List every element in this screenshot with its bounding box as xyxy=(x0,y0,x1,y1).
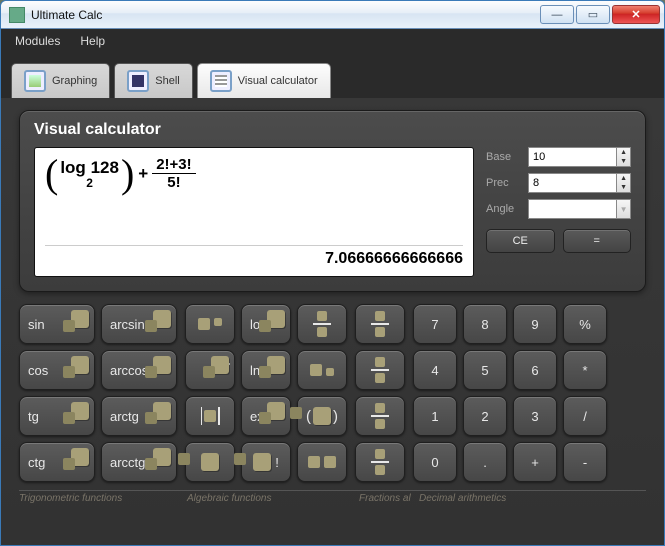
base-spinner[interactable]: ▲▼ xyxy=(617,147,631,167)
ce-button[interactable]: CE xyxy=(486,229,555,253)
menu-help[interactable]: Help xyxy=(72,31,113,51)
frac-template-2-key[interactable] xyxy=(355,350,405,390)
graph-icon xyxy=(24,70,46,92)
num-label: Decimal arithmetics xyxy=(419,490,646,504)
frac-template-3-key[interactable] xyxy=(355,396,405,436)
key-8[interactable]: 8 xyxy=(463,304,507,344)
tab-strip: Graphing Shell Visual calculator xyxy=(1,53,664,98)
key-7[interactable]: 7 xyxy=(413,304,457,344)
fraction-section xyxy=(355,304,405,482)
app-icon xyxy=(9,7,25,23)
subscript-key[interactable] xyxy=(297,350,347,390)
sin-key[interactable]: sin xyxy=(19,304,95,344)
tab-shell[interactable]: Shell xyxy=(114,63,192,98)
key-divide[interactable]: / xyxy=(563,396,607,436)
key-6[interactable]: 6 xyxy=(513,350,557,390)
base-input[interactable] xyxy=(528,147,617,167)
angle-select[interactable] xyxy=(528,199,617,219)
exp-key[interactable]: exp xyxy=(241,396,291,436)
log-key[interactable]: log xyxy=(241,304,291,344)
key-2[interactable]: 2 xyxy=(463,396,507,436)
menu-modules[interactable]: Modules xyxy=(7,31,68,51)
paren-key[interactable]: () xyxy=(297,396,347,436)
numeric-section: 7 8 9 % 4 5 6 * 1 2 3 / 0 . + - xyxy=(413,304,607,482)
calculator-icon xyxy=(210,70,232,92)
frac-label: Fractions al xyxy=(359,490,419,504)
tg-key[interactable]: tg xyxy=(19,396,95,436)
window-title: Ultimate Calc xyxy=(31,8,540,22)
trig-section: sin arcsin cos arccos tg arctg ctg arcct… xyxy=(19,304,177,482)
close-button[interactable]: ✕ xyxy=(612,5,660,24)
equals-button[interactable]: = xyxy=(563,229,632,253)
algebraic-section: log √ ln exp () ! xyxy=(185,304,347,482)
maximize-button[interactable]: ▭ xyxy=(576,5,610,24)
power-key[interactable] xyxy=(185,304,235,344)
key-minus[interactable]: - xyxy=(563,442,607,482)
abs-key[interactable] xyxy=(185,396,235,436)
tab-visual-calculator[interactable]: Visual calculator xyxy=(197,63,331,98)
frac-template-1-key[interactable] xyxy=(355,304,405,344)
app-window: Ultimate Calc — ▭ ✕ Modules Help Graphin… xyxy=(0,0,665,546)
chevron-down-icon[interactable]: ▼ xyxy=(617,199,631,219)
prec-spinner[interactable]: ▲▼ xyxy=(617,173,631,193)
sqrt-key[interactable]: √ xyxy=(185,350,235,390)
titlebar[interactable]: Ultimate Calc — ▭ ✕ xyxy=(1,1,664,29)
arcctg-key[interactable]: arcctg xyxy=(101,442,177,482)
factorial-key[interactable]: ! xyxy=(241,442,291,482)
open-paren-icon: ( xyxy=(45,160,58,188)
close-paren-icon: ) xyxy=(121,160,134,188)
prec-label: Prec xyxy=(486,177,520,189)
group-key[interactable] xyxy=(297,442,347,482)
ctg-key[interactable]: ctg xyxy=(19,442,95,482)
ln-key[interactable]: ln xyxy=(241,350,291,390)
fraction-key[interactable] xyxy=(297,304,347,344)
tab-graphing[interactable]: Graphing xyxy=(11,63,110,98)
expression-display[interactable]: ( log 128 2 ) + 2!+3! 5! 7.0666666666666… xyxy=(34,147,474,277)
arctg-key[interactable]: arctg xyxy=(101,396,177,436)
tab-label: Visual calculator xyxy=(238,75,318,87)
keypad: sin arcsin cos arccos tg arctg ctg arcct… xyxy=(19,304,646,482)
section-labels: Trigonometric functions Algebraic functi… xyxy=(19,490,646,504)
tab-label: Graphing xyxy=(52,75,97,87)
placeholder-key[interactable] xyxy=(185,442,235,482)
key-plus[interactable]: + xyxy=(513,442,557,482)
content-area: Visual calculator ( log 128 2 ) + 2!+3! … xyxy=(1,98,664,545)
minimize-button[interactable]: — xyxy=(540,5,574,24)
prec-input[interactable] xyxy=(528,173,617,193)
expression: ( log 128 2 ) + 2!+3! 5! xyxy=(45,156,463,191)
menu-bar: Modules Help xyxy=(1,29,664,53)
key-4[interactable]: 4 xyxy=(413,350,457,390)
key-1[interactable]: 1 xyxy=(413,396,457,436)
visual-calculator-panel: Visual calculator ( log 128 2 ) + 2!+3! … xyxy=(19,110,646,292)
tab-label: Shell xyxy=(155,75,179,87)
cos-key[interactable]: cos xyxy=(19,350,95,390)
shell-icon xyxy=(127,70,149,92)
key-dot[interactable]: . xyxy=(463,442,507,482)
base-label: Base xyxy=(486,151,520,163)
frac-template-4-key[interactable] xyxy=(355,442,405,482)
key-3[interactable]: 3 xyxy=(513,396,557,436)
arccos-key[interactable]: arccos xyxy=(101,350,177,390)
trig-label: Trigonometric functions xyxy=(19,490,187,504)
key-percent[interactable]: % xyxy=(563,304,607,344)
key-multiply[interactable]: * xyxy=(563,350,607,390)
angle-label: Angle xyxy=(486,203,520,215)
settings-panel: Base ▲▼ Prec ▲▼ Angle xyxy=(486,147,631,277)
key-5[interactable]: 5 xyxy=(463,350,507,390)
key-0[interactable]: 0 xyxy=(413,442,457,482)
key-9[interactable]: 9 xyxy=(513,304,557,344)
alg-label: Algebraic functions xyxy=(187,490,359,504)
arcsin-key[interactable]: arcsin xyxy=(101,304,177,344)
panel-title: Visual calculator xyxy=(34,121,631,139)
result-value: 7.06666666666666 xyxy=(45,245,463,268)
